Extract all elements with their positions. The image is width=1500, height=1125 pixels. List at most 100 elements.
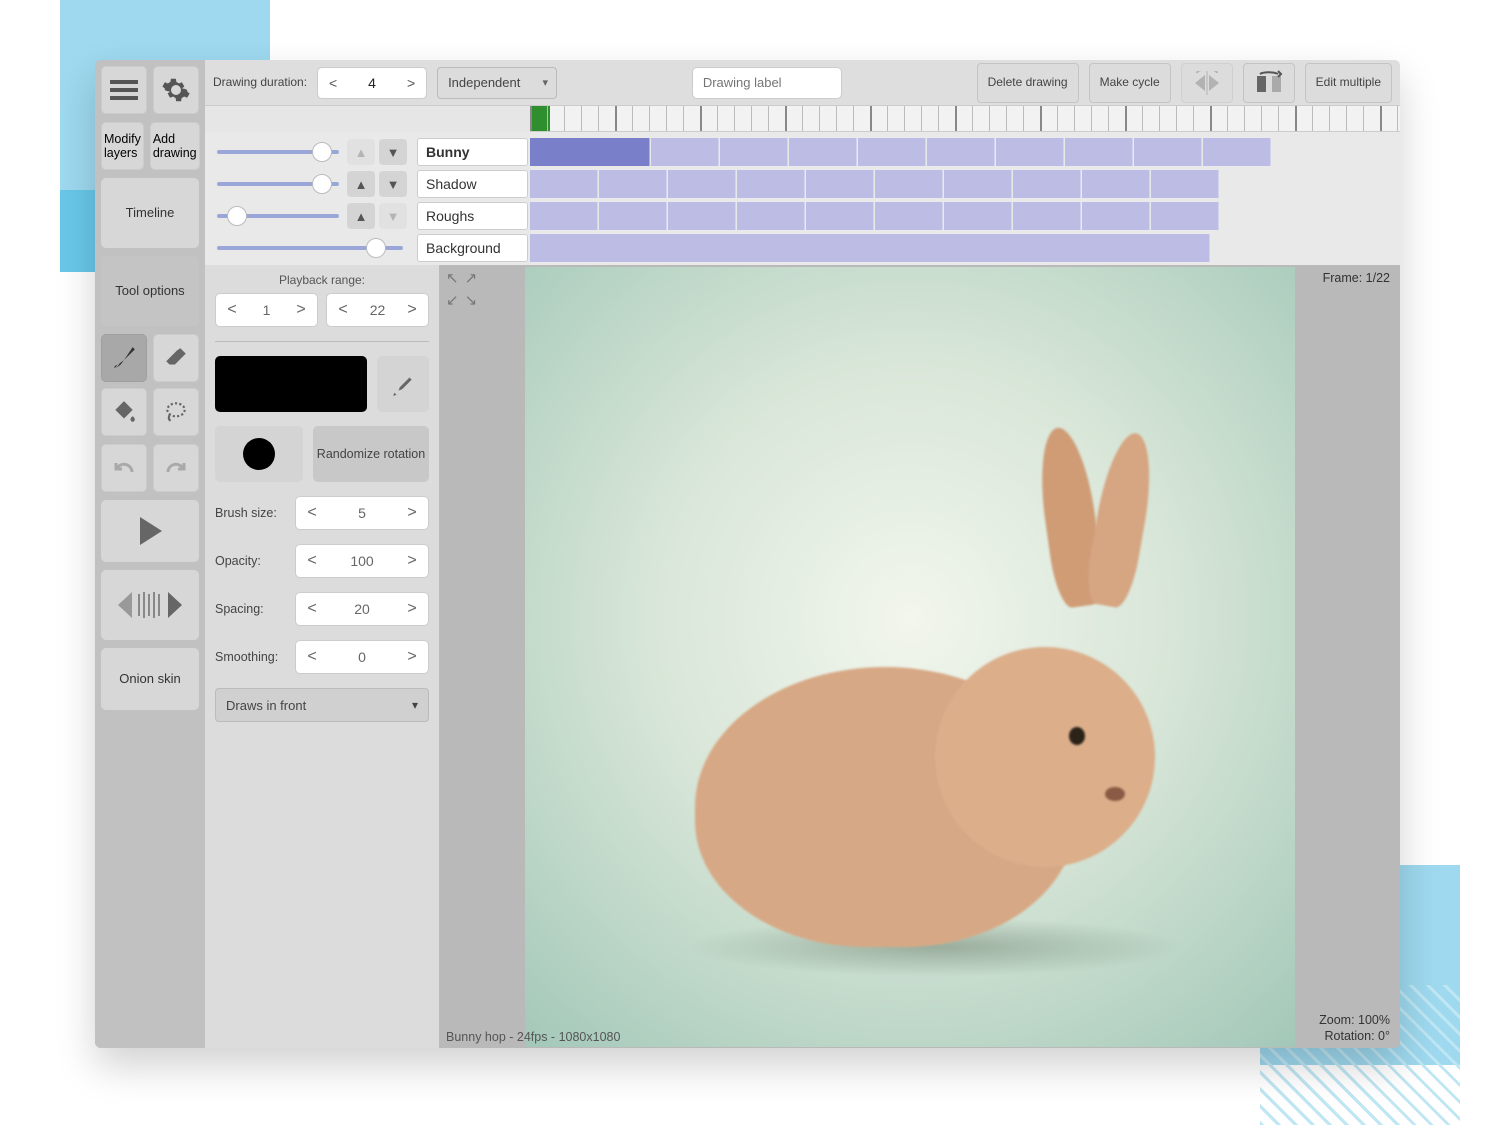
spacing-stepper[interactable]: <20> (295, 592, 429, 626)
current-color-swatch[interactable] (215, 356, 367, 412)
timeline-cell[interactable] (1013, 202, 1081, 230)
redo-button[interactable] (153, 444, 199, 492)
timeline-cell[interactable] (1151, 170, 1219, 198)
timeline-cell[interactable] (599, 202, 667, 230)
options-panel: Playback range: <1> <22> Randomize rotat… (205, 265, 440, 1048)
modify-layers-button[interactable]: Modify layers (101, 122, 144, 170)
layer-move-down[interactable]: ▼ (379, 171, 407, 197)
layer-name[interactable]: Roughs (417, 202, 528, 230)
layer-opacity-slider[interactable] (217, 246, 403, 250)
make-cycle-button[interactable]: Make cycle (1089, 63, 1171, 103)
expand-nw-icon[interactable]: ↖ (446, 269, 459, 287)
menu-button[interactable] (101, 66, 147, 114)
layer-name[interactable]: Bunny (417, 138, 528, 166)
layer-opacity-slider[interactable] (217, 182, 339, 186)
flip-vertical-button[interactable] (1243, 63, 1295, 103)
layer-move-up[interactable]: ▲ (347, 171, 375, 197)
drawing-label-input[interactable] (692, 67, 842, 99)
step-back-icon (114, 590, 134, 620)
layer-move-down[interactable]: ▼ (379, 139, 407, 165)
layer-name[interactable]: Background (417, 234, 528, 262)
draw-order-select[interactable]: Draws in front (215, 688, 429, 722)
flip-v-icon (1254, 70, 1284, 96)
timeline-cell[interactable] (1013, 170, 1081, 198)
flip-horizontal-button[interactable] (1181, 63, 1233, 103)
timeline-panel-button[interactable]: Timeline (101, 178, 199, 248)
undo-button[interactable] (101, 444, 147, 492)
timeline-cell[interactable] (737, 170, 805, 198)
expand-sw-icon[interactable]: ↙ (446, 291, 459, 309)
stepper-increase[interactable]: > (396, 75, 426, 91)
brush-size-label: Brush size: (215, 506, 285, 520)
eyedropper-button[interactable] (377, 356, 429, 412)
duration-label: Drawing duration: (213, 76, 307, 89)
layer-opacity-slider[interactable] (217, 214, 339, 218)
onion-skin-button[interactable]: Onion skin (101, 648, 199, 710)
timeline-cell[interactable] (737, 202, 805, 230)
paintbrush-icon (111, 345, 137, 371)
tool-options-panel-button[interactable]: Tool options (101, 256, 199, 326)
timeline-cell[interactable] (858, 138, 926, 166)
timeline-ruler[interactable] (530, 106, 1400, 132)
timeline-track[interactable] (530, 170, 1400, 198)
layer-name[interactable]: Shadow (417, 170, 528, 198)
eraser-tool[interactable] (153, 334, 199, 382)
timeline-cell[interactable] (1082, 170, 1150, 198)
timeline-cell[interactable] (806, 202, 874, 230)
playback-range-section: Playback range: <1> <22> (215, 273, 429, 327)
timeline-track[interactable] (530, 234, 1400, 262)
add-drawing-button[interactable]: Add drawing (150, 122, 200, 170)
timeline-cell[interactable] (1134, 138, 1202, 166)
timeline-cell[interactable] (1065, 138, 1133, 166)
opacity-stepper[interactable]: <100> (295, 544, 429, 578)
frame-step-control[interactable] (101, 570, 199, 640)
lasso-tool[interactable] (153, 388, 199, 436)
layer-opacity-slider[interactable] (217, 150, 339, 154)
timeline-cell[interactable] (789, 138, 857, 166)
brush-preview[interactable] (215, 426, 303, 482)
timeline-cell[interactable] (875, 170, 943, 198)
timeline-cell[interactable] (927, 138, 995, 166)
layer-opacity-row: ▲▼ (211, 170, 409, 198)
drawing-canvas[interactable] (525, 267, 1295, 1047)
brush-size-stepper[interactable]: <5> (295, 496, 429, 530)
viewport-expand-controls: ↖ ↗ ↙ ↘ (446, 269, 477, 309)
layer-move-up[interactable]: ▲ (347, 203, 375, 229)
expand-se-icon[interactable]: ↘ (465, 291, 478, 309)
playback-end-stepper[interactable]: <22> (326, 293, 429, 327)
duration-stepper[interactable]: < 4 > (317, 67, 427, 99)
timeline-cell[interactable] (530, 202, 598, 230)
timeline-cell[interactable] (996, 138, 1064, 166)
timeline-cell[interactable] (944, 170, 1012, 198)
timeline-cell[interactable] (668, 170, 736, 198)
fill-tool[interactable] (101, 388, 147, 436)
timeline-track[interactable] (530, 138, 1400, 166)
timeline-cell[interactable] (1151, 202, 1219, 230)
timeline-cell[interactable] (1203, 138, 1271, 166)
edit-multiple-button[interactable]: Edit multiple (1305, 63, 1392, 103)
delete-drawing-button[interactable]: Delete drawing (977, 63, 1079, 103)
timeline-track[interactable] (530, 202, 1400, 230)
play-button[interactable] (101, 500, 199, 562)
layer-names-column: Bunny Shadow Roughs Background (415, 132, 530, 265)
eraser-icon (163, 345, 189, 371)
hamburger-icon (110, 79, 138, 101)
timeline-cell[interactable] (1082, 202, 1150, 230)
timeline-cell[interactable] (875, 202, 943, 230)
timeline-cell[interactable] (599, 170, 667, 198)
timeline-cell[interactable] (806, 170, 874, 198)
stepper-decrease[interactable]: < (318, 75, 348, 91)
playback-start-stepper[interactable]: <1> (215, 293, 318, 327)
timeline-cell[interactable] (651, 138, 719, 166)
timeline-cell[interactable] (530, 138, 650, 166)
brush-tool[interactable] (101, 334, 147, 382)
timeline-cell[interactable] (720, 138, 788, 166)
drawing-mode-select[interactable]: Independent (437, 67, 557, 99)
randomize-rotation-button[interactable]: Randomize rotation (313, 426, 429, 482)
smoothing-stepper[interactable]: <0> (295, 640, 429, 674)
timeline-cell[interactable] (944, 202, 1012, 230)
timeline-cell[interactable] (530, 170, 598, 198)
settings-button[interactable] (153, 66, 199, 114)
timeline-cell[interactable] (668, 202, 736, 230)
expand-ne-icon[interactable]: ↗ (465, 269, 478, 287)
